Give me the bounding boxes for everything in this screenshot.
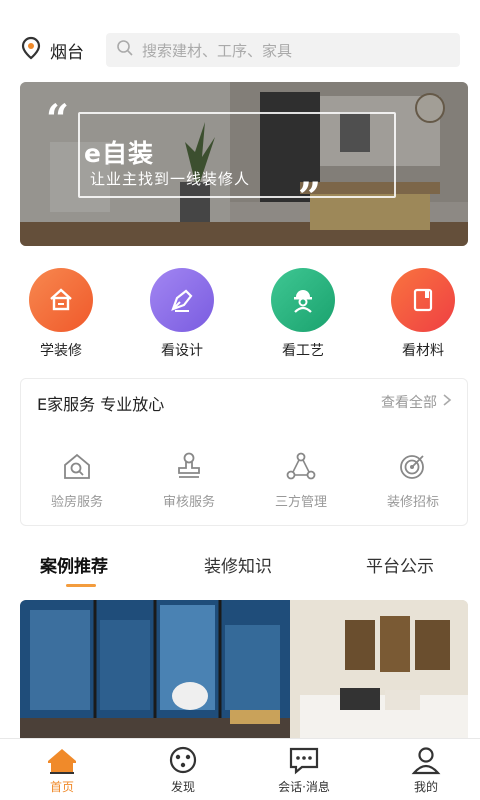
banner-title: e自装 bbox=[84, 139, 154, 168]
nav-label: 首页 bbox=[49, 780, 74, 794]
nav-home[interactable]: 首页 bbox=[12, 745, 112, 795]
quick-entry-label: 看工艺 bbox=[282, 343, 324, 359]
nav-label: 发现 bbox=[170, 780, 195, 794]
quote-open-icon: “ bbox=[46, 96, 70, 143]
worker-icon bbox=[271, 268, 335, 332]
search-placeholder: 搜索建材、工序、家具 bbox=[142, 41, 293, 60]
case-card-image[interactable] bbox=[20, 600, 468, 740]
quick-entry-label: 看材料 bbox=[402, 343, 444, 359]
quick-entry-craft[interactable]: 看工艺 bbox=[258, 268, 348, 360]
case-living-room-image bbox=[20, 600, 468, 740]
triangle-nodes-icon bbox=[251, 449, 351, 483]
nav-discover[interactable]: 发现 bbox=[133, 745, 233, 795]
tab-case-recommend[interactable]: 案例推荐 bbox=[40, 552, 108, 577]
search-input[interactable]: 搜索建材、工序、家具 bbox=[106, 33, 460, 67]
view-all-label: 查看全部 bbox=[381, 395, 437, 411]
service-item-label: 验房服务 bbox=[50, 495, 103, 510]
search-icon bbox=[116, 39, 134, 61]
house-inspect-icon bbox=[27, 449, 127, 483]
house-icon bbox=[29, 268, 93, 332]
banner-subtitle: 让业主找到一线装修人 bbox=[90, 170, 251, 188]
material-book-icon bbox=[391, 268, 455, 332]
quick-entry-label: 看设计 bbox=[161, 343, 203, 359]
quick-entry-learn[interactable]: 学装修 bbox=[16, 268, 106, 360]
user-icon bbox=[376, 745, 476, 775]
promo-banner[interactable]: “ ” e自装 让业主找到一线装修人 bbox=[20, 82, 468, 246]
target-icon bbox=[363, 449, 463, 483]
nav-label: 会话·消息 bbox=[278, 780, 330, 794]
service-item-review[interactable]: 审核服务 bbox=[139, 449, 239, 510]
chat-icon bbox=[254, 745, 354, 775]
service-item-label: 三方管理 bbox=[274, 495, 327, 510]
city-label: 烟台 bbox=[50, 42, 84, 63]
active-tab-indicator bbox=[66, 584, 96, 587]
service-item-label: 装修招标 bbox=[386, 495, 439, 510]
nav-messages[interactable]: 会话·消息 bbox=[254, 745, 354, 795]
quote-close-icon: ” bbox=[298, 174, 322, 221]
content-tabs: 案例推荐 装修知识 平台公示 bbox=[0, 548, 480, 592]
quick-entry-design[interactable]: 看设计 bbox=[137, 268, 227, 360]
stamp-icon bbox=[139, 449, 239, 483]
chevron-right-icon bbox=[437, 393, 453, 411]
discover-icon bbox=[133, 745, 233, 775]
service-item-tender[interactable]: 装修招标 bbox=[363, 449, 463, 510]
quick-entry-material[interactable]: 看材料 bbox=[378, 268, 468, 360]
service-item-tripartite[interactable]: 三方管理 bbox=[251, 449, 351, 510]
quick-entry-grid: 学装修 看设计 看工艺 看材料 bbox=[0, 268, 480, 360]
service-item-inspection[interactable]: 验房服务 bbox=[27, 449, 127, 510]
tab-platform-notice[interactable]: 平台公示 bbox=[366, 552, 434, 577]
nav-label: 我的 bbox=[413, 780, 438, 794]
home-icon bbox=[12, 745, 112, 775]
view-all-link[interactable]: 查看全部 bbox=[381, 392, 453, 412]
tab-decoration-knowledge[interactable]: 装修知识 bbox=[204, 552, 272, 577]
service-title: E家服务 专业放心 bbox=[37, 395, 165, 414]
quick-entry-label: 学装修 bbox=[40, 343, 82, 359]
location-pin-icon bbox=[20, 36, 42, 64]
bottom-tab-bar: 首页 发现 会话·消息 我的 bbox=[0, 738, 480, 800]
service-card: E家服务 专业放心 查看全部 验房服务 审核服务 三方管理 装修招标 bbox=[20, 378, 468, 526]
location-selector[interactable]: 烟台 bbox=[20, 36, 106, 64]
nav-profile[interactable]: 我的 bbox=[376, 745, 476, 795]
top-bar: 烟台 搜索建材、工序、家具 bbox=[20, 30, 460, 70]
service-item-label: 审核服务 bbox=[162, 495, 215, 510]
pen-nib-icon bbox=[150, 268, 214, 332]
